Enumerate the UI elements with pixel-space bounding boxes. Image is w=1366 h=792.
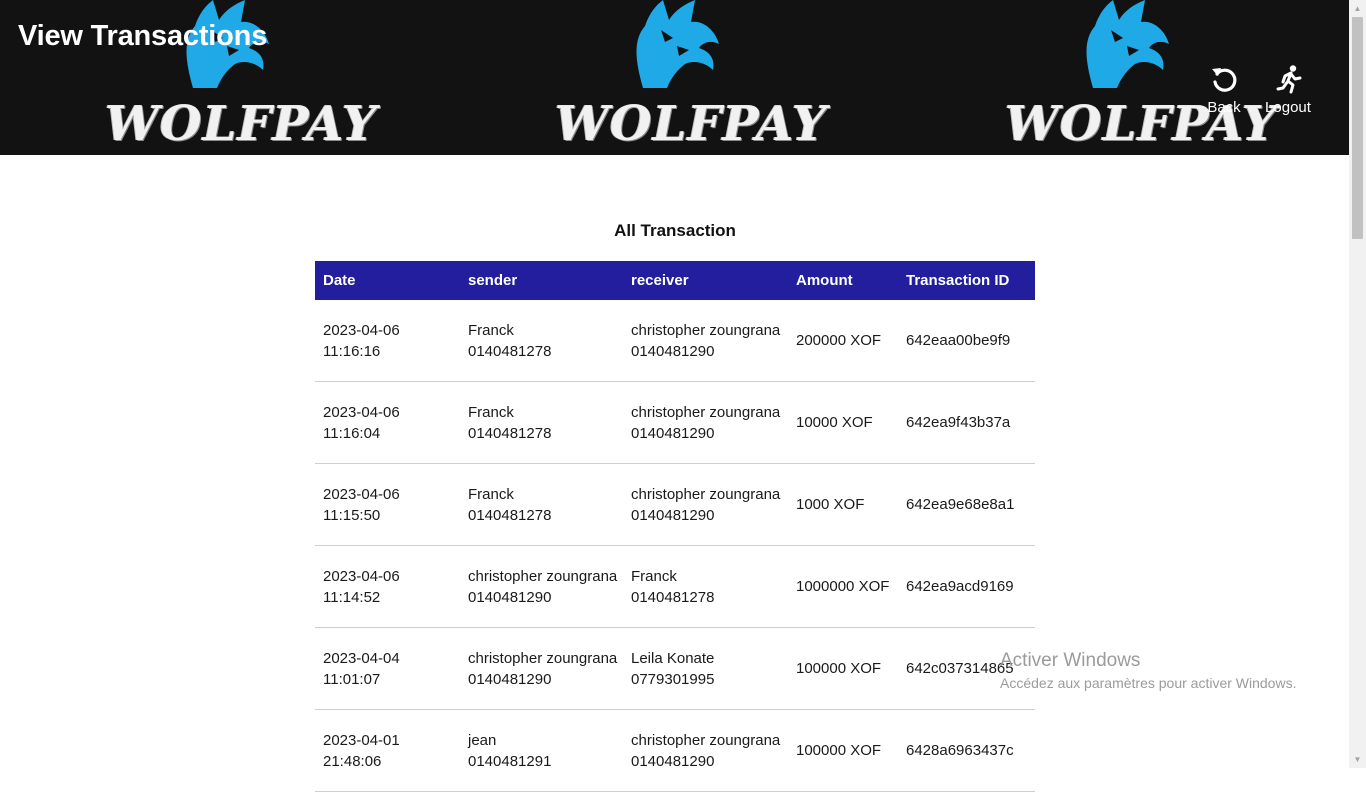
cell-receiver: Leila Konate 0779301995: [623, 627, 788, 710]
cell-transaction-id: 642ea9e68e8a1: [898, 463, 1035, 546]
sender-name: Franck: [468, 403, 514, 421]
section-title: All Transaction: [614, 221, 736, 240]
cell-date: 2023-04-06 11:16:04: [315, 381, 460, 464]
receiver-name: christopher zoungrana: [631, 485, 781, 503]
date-text: 2023-04-06: [323, 403, 400, 421]
sender-name: christopher zoungrana: [468, 567, 618, 585]
transactions-table: Date sender receiver Amount Transaction …: [315, 261, 1035, 792]
scroll-down-arrow-icon[interactable]: ▼: [1349, 751, 1366, 768]
logout-button[interactable]: Logout: [1258, 64, 1318, 124]
date-text: 2023-04-01: [323, 731, 400, 749]
cell-amount: 100000 XOF: [788, 709, 898, 792]
sender-name: christopher zoungrana: [468, 649, 618, 667]
sender-phone: 0140481290: [468, 588, 552, 606]
logout-label: Logout: [1265, 99, 1311, 116]
receiver-name: christopher zoungrana: [631, 731, 781, 749]
watermark-subtitle: Accédez aux paramètres pour activer Wind…: [1000, 675, 1297, 691]
receiver-phone: 0140481290: [631, 752, 715, 770]
cell-sender: jean 0140481291: [460, 709, 623, 792]
app-header: WOLFPAY WOLFPAY WOLFPAY View Transaction…: [0, 0, 1349, 155]
scroll-up-arrow-icon[interactable]: ▲: [1349, 0, 1366, 17]
watermark-title: Activer Windows: [1000, 650, 1141, 671]
table-row: 2023-04-06 11:15:50 Franck 0140481278 chri…: [315, 463, 1035, 546]
sender-phone: 0140481291: [468, 752, 552, 770]
column-header-transaction-id: Transaction ID: [898, 261, 1035, 300]
undo-arrow-icon: [1212, 68, 1237, 92]
back-button[interactable]: Back: [1194, 64, 1254, 124]
cell-date: 2023-04-04 11:01:07: [315, 627, 460, 710]
time-text: 11:14:52: [323, 588, 381, 606]
time-text: 11:16:04: [323, 424, 381, 442]
sender-name: jean: [468, 731, 497, 749]
cell-date: 2023-04-06 11:15:50: [315, 463, 460, 546]
receiver-phone: 0140481290: [631, 342, 715, 360]
receiver-name: christopher zoungrana: [631, 403, 781, 421]
cell-transaction-id: 6428a6963437c: [898, 709, 1035, 792]
sender-phone: 0140481278: [468, 424, 552, 442]
receiver-phone: 0140481290: [631, 424, 715, 442]
cell-amount: 200000 XOF: [788, 300, 898, 382]
column-header-date: Date: [315, 261, 460, 300]
cell-amount: 1000 XOF: [788, 463, 898, 546]
date-text: 2023-04-06: [323, 567, 400, 585]
cell-transaction-id: 642eaa00be9f9: [898, 300, 1035, 382]
time-text: 21:48:06: [323, 752, 382, 770]
running-person-icon: [1276, 65, 1302, 94]
cell-receiver: Franck 0140481278: [623, 545, 788, 628]
table-row: 2023-04-06 11:16:04 Franck 0140481278 chri…: [315, 381, 1035, 464]
cell-sender: christopher zoungrana 0140481290: [460, 545, 623, 628]
receiver-phone: 0140481278: [631, 588, 715, 606]
cell-receiver: christopher zoungrana 0140481290: [623, 709, 788, 792]
cell-amount: 10000 XOF: [788, 381, 898, 464]
cell-transaction-id: 642ea9acd9169: [898, 545, 1035, 628]
column-header-receiver: receiver: [623, 261, 788, 300]
cell-receiver: christopher zoungrana 0140481290: [623, 463, 788, 546]
column-header-amount: Amount: [788, 261, 898, 300]
time-text: 11:16:16: [323, 342, 381, 360]
table-row: 2023-04-04 11:01:07 christopher zoungrana…: [315, 627, 1035, 710]
receiver-name: christopher zoungrana: [631, 321, 781, 339]
cell-receiver: christopher zoungrana 0140481290: [623, 381, 788, 464]
sender-phone: 0140481278: [468, 342, 552, 360]
date-text: 2023-04-06: [323, 485, 400, 503]
cell-amount: 100000 XOF: [788, 627, 898, 710]
cell-sender: Franck 0140481278: [460, 381, 623, 464]
back-label: Back: [1207, 99, 1241, 116]
date-text: 2023-04-04: [323, 649, 400, 667]
cell-sender: Franck 0140481278: [460, 463, 623, 546]
wolf-logo-icon: [1086, 0, 1169, 88]
wolf-logo-icon: [636, 0, 719, 88]
time-text: 11:01:07: [323, 670, 381, 688]
cell-amount: 1000000 XOF: [788, 545, 898, 628]
sender-name: Franck: [468, 485, 514, 503]
table-header-row: Date sender receiver Amount Transaction …: [315, 261, 1035, 300]
column-header-sender: sender: [460, 261, 623, 300]
receiver-phone: 0140481290: [631, 506, 715, 524]
cell-date: 2023-04-01 21:48:06: [315, 709, 460, 792]
time-text: 11:15:50: [323, 506, 381, 524]
receiver-name: Leila Konate: [631, 649, 715, 667]
page-title: View Transactions: [18, 20, 268, 52]
cell-sender: Franck 0140481278: [460, 300, 623, 382]
receiver-name: Franck: [631, 567, 677, 585]
table-row: 2023-04-06 11:14:52 christopher zoungrana…: [315, 545, 1035, 628]
vertical-scrollbar[interactable]: ▲ ▼: [1349, 0, 1366, 768]
cell-date: 2023-04-06 11:16:16: [315, 300, 460, 382]
table-row: 2023-04-06 11:16:16 Franck 0140481278 chri…: [315, 300, 1035, 382]
cell-sender: christopher zoungrana 0140481290: [460, 627, 623, 710]
sender-phone: 0140481290: [468, 670, 552, 688]
wolfpay-banner-2: WOLFPAY: [555, 0, 828, 155]
scrollbar-thumb[interactable]: [1352, 17, 1363, 239]
cell-receiver: christopher zoungrana 0140481290: [623, 300, 788, 382]
cell-transaction-id: 642ea9f43b37a: [898, 381, 1035, 464]
date-text: 2023-04-06: [323, 321, 400, 339]
cell-date: 2023-04-06 11:14:52: [315, 545, 460, 628]
sender-phone: 0140481278: [468, 506, 552, 524]
windows-activation-watermark: Activer Windows Accédez aux paramètres p…: [1000, 650, 1296, 691]
receiver-phone: 0779301995: [631, 670, 715, 688]
table-row: 2023-04-01 21:48:06 jean 0140481291 christ…: [315, 709, 1035, 792]
sender-name: Franck: [468, 321, 514, 339]
wolfpay-logo-text: WOLFPAY: [555, 96, 828, 152]
wolfpay-logo-text: WOLFPAY: [105, 96, 378, 152]
